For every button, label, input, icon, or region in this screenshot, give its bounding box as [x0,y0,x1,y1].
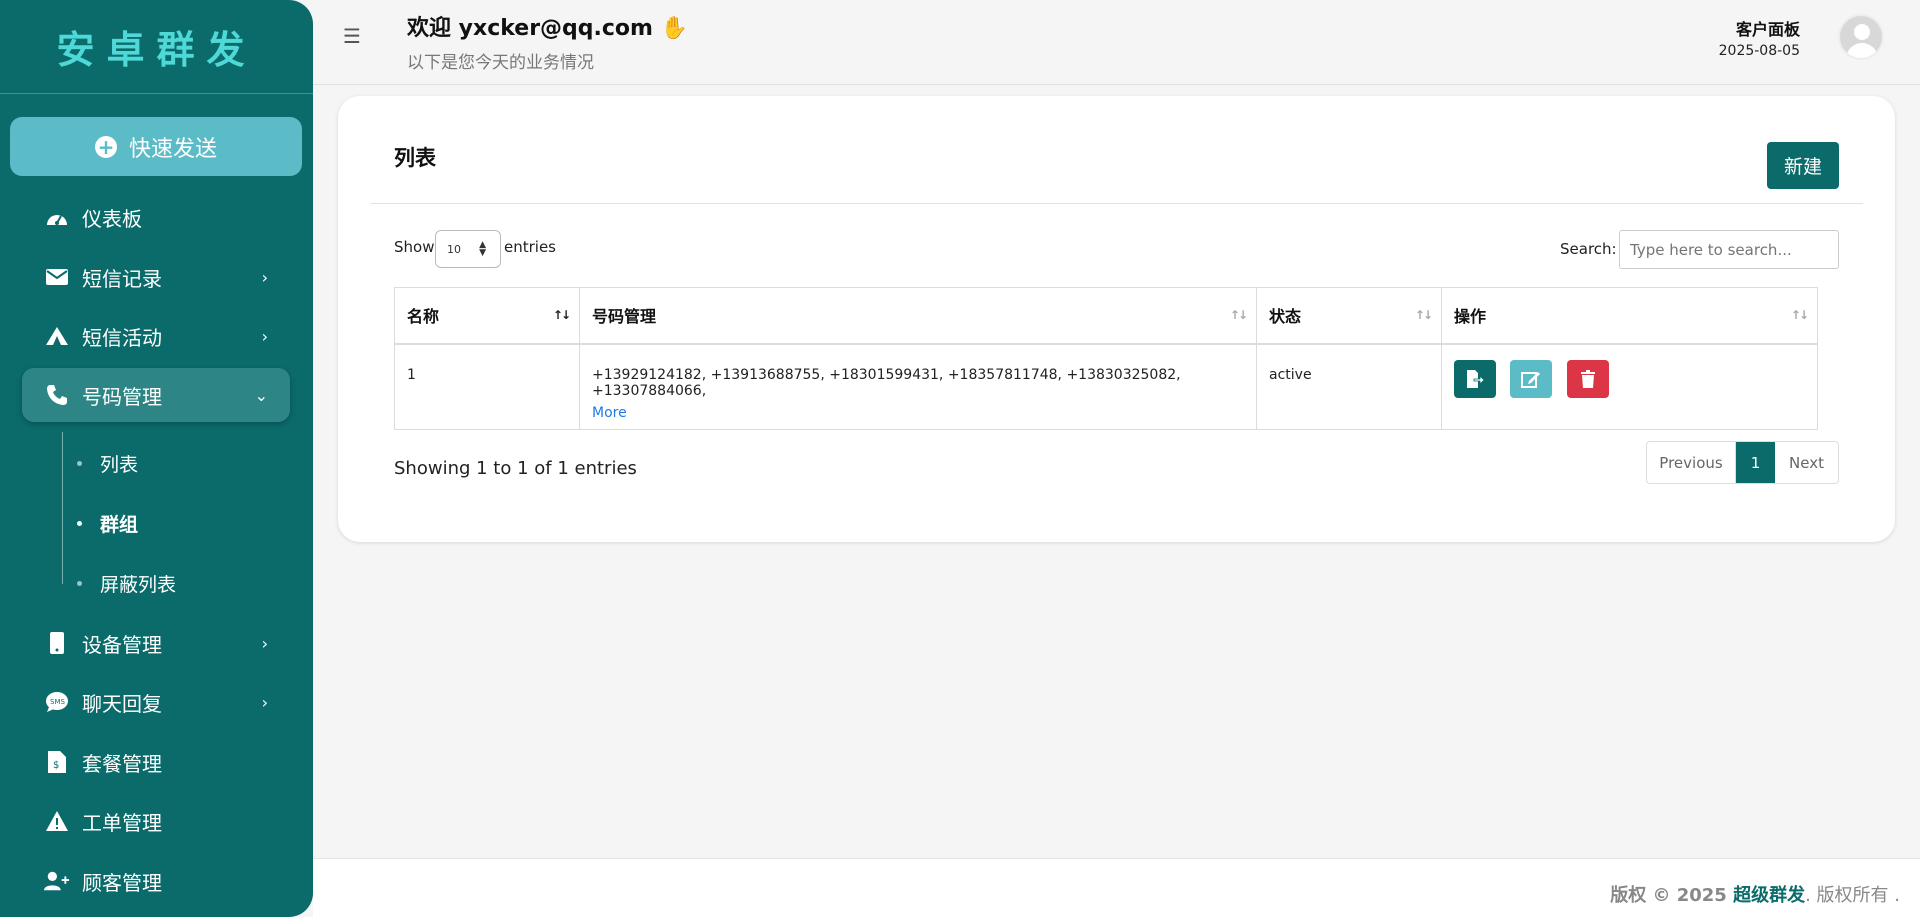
sidebar-item-label: 套餐管理 [82,751,162,776]
quick-send-button[interactable]: + 快速发送 [10,117,302,176]
sidebar-item-devices[interactable]: 设备管理 › [22,616,290,670]
sidebar-subitem-label: 屏蔽列表 [100,573,177,596]
panel-date: 2025-08-05 [1718,43,1800,59]
table-row: 1 +13929124182, +13913688755, +183015994… [394,343,1818,430]
sidebar-item-label: 号码管理 [82,384,162,409]
pagination-previous[interactable]: Previous [1647,442,1736,483]
sidebar-item-dashboard[interactable]: 仪表板 [22,190,290,244]
phone-icon [44,384,70,406]
dashboard-icon [44,207,70,227]
search-label: Search: [1560,240,1617,258]
invoice-icon: $ [44,751,70,773]
chevron-right-icon: › [261,326,268,346]
sidebar-subitem-label: 群组 [100,513,139,536]
select-arrows-icon: ▲ ▼ [479,240,486,258]
sidebar-subitem-groups[interactable]: 群组 [62,503,138,543]
sidebar-subitem-list[interactable]: 列表 [62,443,138,483]
copyright-text: 版权 © 2025 超级群发. 版权所有 . [1610,885,1900,906]
sort-icon: ↑↓ [1790,308,1809,322]
campground-icon [44,326,70,346]
sidebar-subitem-label: 列表 [100,453,139,476]
panel-title: 客户面板 [1735,20,1800,39]
divider [370,203,1863,204]
page-size-select[interactable]: 10 ▲ ▼ [435,230,501,268]
card-title: 列表 [394,146,436,170]
sidebar-item-label: 工单管理 [82,810,162,835]
bullet-icon [77,580,82,586]
pagination-page-1[interactable]: 1 [1736,442,1775,483]
chevron-right-icon: › [261,692,268,712]
quick-send-label: 快速发送 [128,136,217,162]
more-link[interactable]: More [592,405,1244,421]
warning-icon [44,810,70,832]
sidebar-subitem-blocklist[interactable]: 屏蔽列表 [62,563,176,603]
column-header-name[interactable]: 名称 ↑↓ [394,287,580,345]
user-plus-icon [44,870,70,892]
user-avatar[interactable] [1838,14,1884,60]
mobile-icon [44,632,70,654]
bullet-icon [77,460,82,466]
sidebar-item-tickets[interactable]: 工单管理 [22,794,290,848]
entries-label: entries [504,238,556,256]
chevron-right-icon: › [261,633,268,653]
chevron-right-icon: › [261,267,268,287]
export-button[interactable] [1454,359,1496,398]
plus-circle-icon: + [94,135,117,158]
sidebar-item-packages[interactable]: $ 套餐管理 [22,735,290,789]
sidebar-item-customers[interactable]: 顾客管理 [22,854,290,908]
sort-asc-icon: ↑↓ [552,308,571,322]
sidebar-item-sms-campaigns[interactable]: 短信活动 › [22,309,290,363]
delete-button[interactable] [1566,359,1609,398]
cell-actions [1441,343,1818,430]
top-header: ☰ 欢迎 yxcker@qq.com ✋ 以下是您今天的业务情况 客户面板 20… [313,0,1920,85]
showing-info: Showing 1 to 1 of 1 entries [394,458,637,479]
sidebar-item-sms-records[interactable]: 短信记录 › [22,250,290,304]
edit-button[interactable] [1510,359,1553,398]
pagination: Previous 1 Next [1646,441,1839,484]
footer: 版权 © 2025 超级群发. 版权所有 . [313,858,1920,917]
sidebar-item-numbers[interactable]: 号码管理 ⌄ [22,368,290,422]
sidebar-item-label: 短信记录 [82,266,162,291]
cell-name: 1 [394,343,580,430]
chevron-down-icon: ⌄ [254,385,268,405]
footer-brand-link[interactable]: 超级群发 [1733,885,1805,906]
sidebar-item-label: 顾客管理 [82,870,162,895]
hamburger-menu-icon[interactable]: ☰ [343,24,361,48]
envelope-icon [44,269,70,285]
search-input[interactable] [1619,230,1839,269]
new-button[interactable]: 新建 [1767,142,1839,189]
numbers-text: +13929124182, +13913688755, +18301599431… [592,366,1181,399]
cell-numbers: +13929124182, +13913688755, +18301599431… [579,343,1257,430]
sidebar-item-label: 聊天回复 [82,691,162,716]
pagination-next[interactable]: Next [1775,442,1838,483]
sidebar-item-label: 设备管理 [82,632,162,657]
sidebar-item-label: 短信活动 [82,325,162,350]
bullet-icon [77,520,82,526]
brand-logo[interactable]: 安卓群发 [0,0,313,94]
sort-icon: ↑↓ [1414,308,1433,322]
edit-icon [1521,371,1541,388]
column-header-actions[interactable]: 操作 ↑↓ [1441,287,1818,345]
sidebar-item-chat-reply[interactable]: SMS 聊天回复 › [22,675,290,729]
svg-text:$: $ [53,760,59,771]
welcome-subtitle: 以下是您今天的业务情况 [407,53,594,73]
waving-hand-icon: ✋ [660,16,689,41]
sms-bubble-icon: SMS [44,691,70,713]
column-header-status[interactable]: 状态 ↑↓ [1256,287,1442,345]
data-table: 名称 ↑↓ 号码管理 ↑↓ 状态 ↑↓ 操作 ↑↓ 1 +13929124182… [394,287,1818,430]
welcome-heading: 欢迎 yxcker@qq.com ✋ [407,16,689,41]
svg-text:SMS: SMS [50,698,65,706]
sidebar-item-label: 仪表板 [82,206,142,231]
page-size-value: 10 [447,242,461,256]
trash-icon [1580,369,1595,388]
table-header-row: 名称 ↑↓ 号码管理 ↑↓ 状态 ↑↓ 操作 ↑↓ [394,287,1818,345]
file-export-icon [1467,369,1484,388]
sort-icon: ↑↓ [1229,308,1248,322]
show-label: Show [394,238,435,256]
cell-status: active [1256,343,1442,430]
sidebar: 安卓群发 + 快速发送 仪表板 短信记录 › 短信活动 › 号码管理 ⌄ 列表 [0,0,313,917]
column-header-numbers[interactable]: 号码管理 ↑↓ [579,287,1257,345]
list-card: 列表 新建 Show 10 ▲▼ entries Search: 名称 ↑↓ 号… [338,96,1895,542]
